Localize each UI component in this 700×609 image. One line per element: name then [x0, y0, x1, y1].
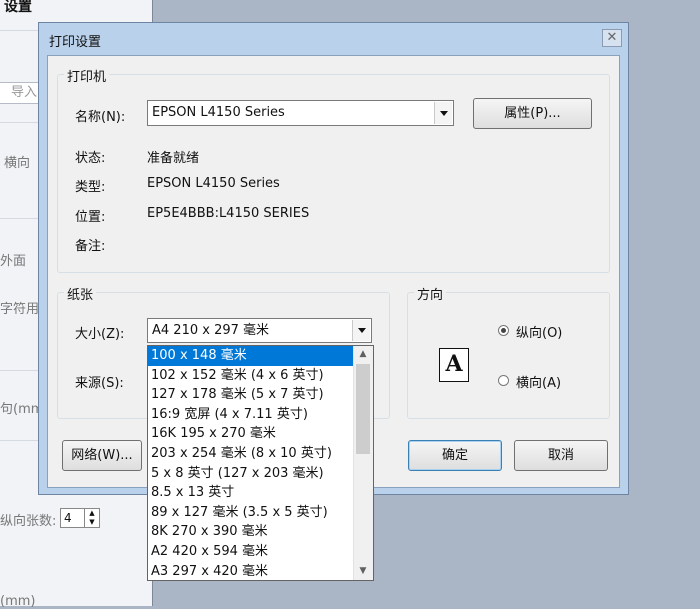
dropdown-option[interactable]: 16K 195 x 270 毫米	[148, 424, 354, 444]
printer-name-select[interactable]: EPSON L4150 Series	[147, 100, 454, 126]
printer-name-value: EPSON L4150 Series	[152, 105, 285, 120]
scroll-down-icon[interactable]: ▼	[354, 563, 372, 580]
dropdown-option[interactable]: 102 x 152 毫米 (4 x 6 英寸)	[148, 366, 354, 386]
paper-group-legend: 纸张	[64, 284, 97, 303]
background-text: 字符用	[0, 302, 40, 317]
dropdown-option[interactable]: 89 x 127 毫米 (3.5 x 5 英寸)	[148, 503, 354, 523]
dropdown-scrollbar[interactable]: ▲ ▼	[353, 346, 373, 580]
landscape-radio[interactable]	[498, 375, 509, 386]
chevron-down-icon[interactable]	[434, 102, 452, 124]
dropdown-option[interactable]: 8K 270 x 390 毫米	[148, 522, 354, 542]
location-value: EP5E4BBB:L4150 SERIES	[147, 206, 310, 221]
location-label: 位置:	[75, 210, 106, 225]
close-icon: ✕	[606, 30, 618, 45]
dropdown-option[interactable]: 127 x 178 毫米 (5 x 7 英寸)	[148, 385, 354, 405]
printer-name-label: 名称(N):	[75, 110, 126, 125]
dropdown-option[interactable]: 5 x 8 英寸 (127 x 203 毫米)	[148, 464, 354, 484]
printer-group-legend: 打印机	[64, 66, 110, 85]
cancel-button[interactable]: 取消	[514, 440, 608, 471]
status-value: 准备就绪	[147, 151, 200, 166]
stepper-value: 4	[64, 511, 72, 525]
paper-size-select[interactable]: A4 210 x 297 毫米	[147, 318, 372, 343]
background-import-input[interactable]: 导入	[0, 82, 42, 104]
chevron-down-icon[interactable]	[352, 320, 370, 341]
landscape-label[interactable]: 横向(A)	[516, 372, 561, 391]
ok-button[interactable]: 确定	[408, 440, 502, 471]
orientation-group: 方向	[407, 284, 610, 419]
paper-size-dropdown-list[interactable]: 100 x 148 毫米 102 x 152 毫米 (4 x 6 英寸) 127…	[147, 345, 374, 581]
comment-label: 备注:	[75, 239, 106, 254]
close-button[interactable]: ✕	[602, 29, 622, 47]
printer-properties-button[interactable]: 属性(P)...	[473, 98, 592, 129]
dropdown-option[interactable]: 16:9 宽屏 (4 x 7.11 英寸)	[148, 405, 354, 425]
paper-size-value: A4 210 x 297 毫米	[152, 323, 270, 338]
dialog-title: 打印设置	[49, 35, 102, 50]
scrollbar-thumb[interactable]	[356, 364, 370, 454]
background-landscape-text: 横向	[4, 156, 31, 171]
background-rows-label: 纵向张数:	[0, 514, 57, 529]
portrait-radio[interactable]	[498, 325, 509, 336]
network-button[interactable]: 网络(W)...	[62, 440, 142, 471]
background-text: (mm)	[0, 594, 36, 609]
portrait-label[interactable]: 纵向(O)	[516, 322, 562, 341]
type-value: EPSON L4150 Series	[147, 176, 280, 191]
dropdown-option[interactable]: A2 420 x 594 毫米	[148, 542, 354, 562]
type-label: 类型:	[75, 180, 106, 195]
dropdown-option[interactable]: 203 x 254 毫米 (8 x 10 英寸)	[148, 444, 354, 464]
background-app-title: 设置	[4, 0, 32, 15]
stepper-arrows[interactable]: ▲ ▼	[84, 509, 99, 527]
dropdown-option[interactable]: 8.5 x 13 英寸	[148, 483, 354, 503]
status-label: 状态:	[75, 151, 106, 166]
paper-source-label: 来源(S):	[75, 376, 124, 391]
background-rows-stepper[interactable]: 4 ▲ ▼	[60, 508, 100, 528]
paper-size-label: 大小(Z):	[75, 327, 125, 342]
orientation-group-legend: 方向	[414, 284, 447, 303]
page-orientation-icon: A	[439, 348, 469, 382]
dropdown-option[interactable]: A3 297 x 420 毫米	[148, 562, 354, 580]
background-text: 外面	[0, 254, 27, 269]
dropdown-option[interactable]: 100 x 148 毫米	[148, 346, 354, 366]
scroll-up-icon[interactable]: ▲	[354, 346, 372, 363]
